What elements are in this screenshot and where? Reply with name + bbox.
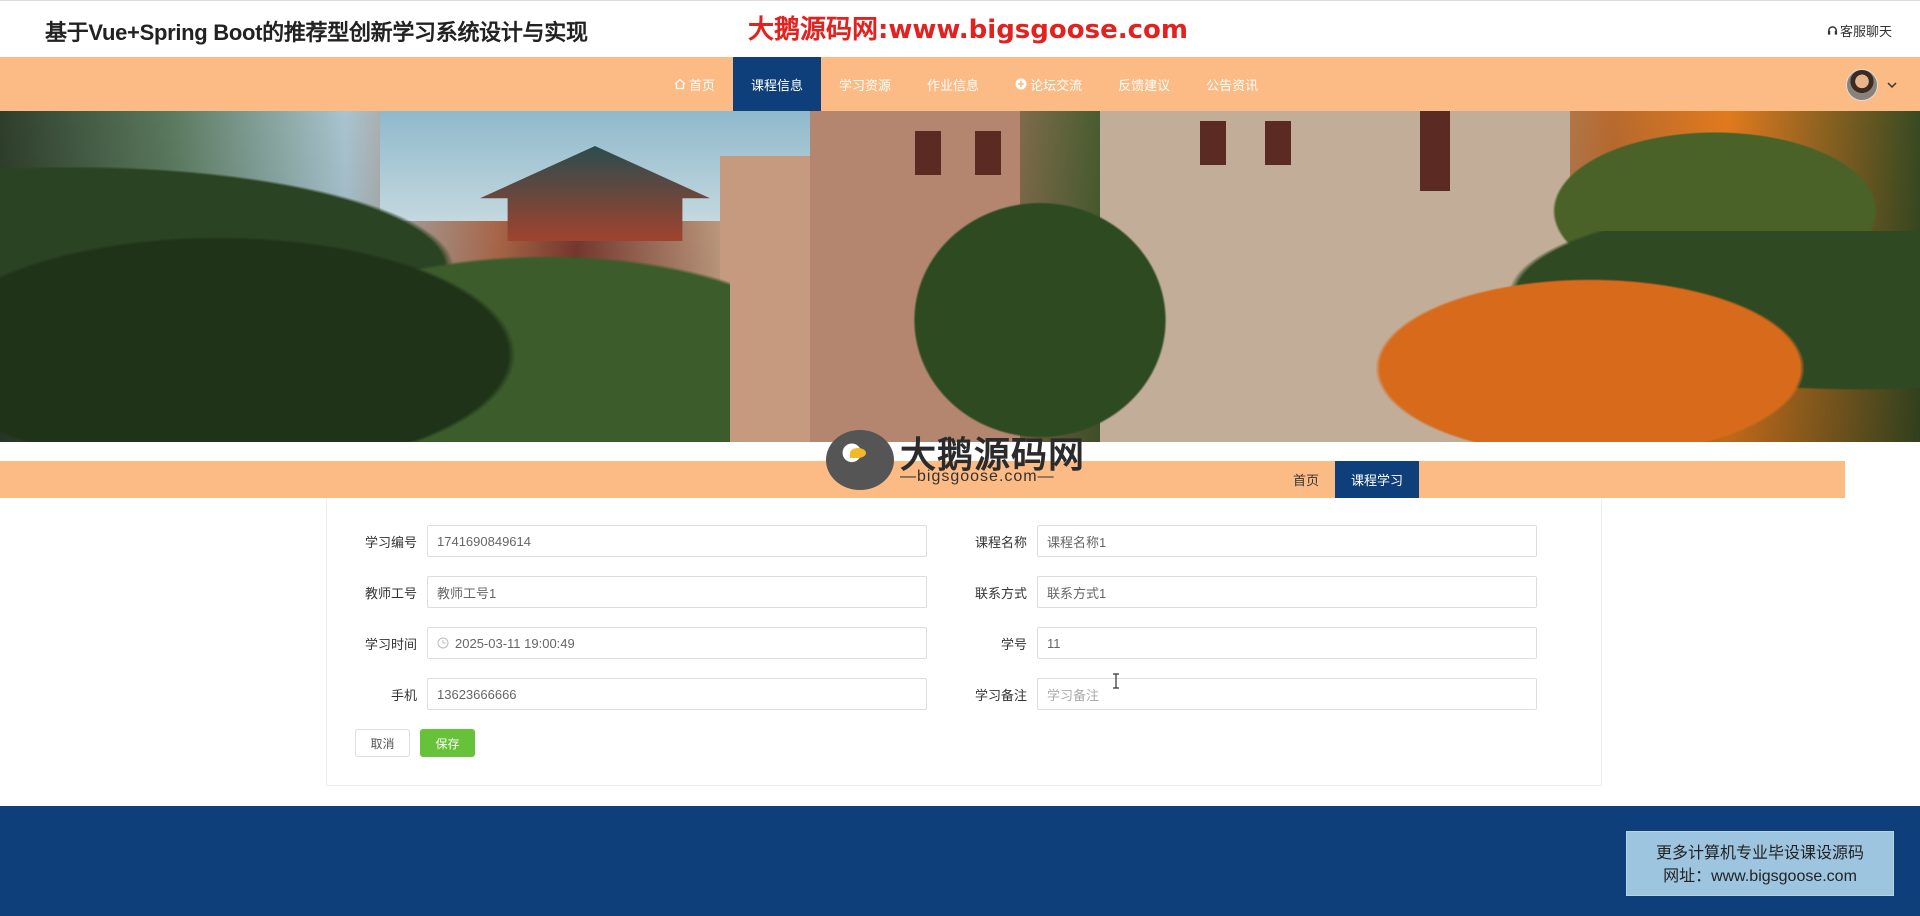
text-cursor-icon: [1113, 673, 1119, 689]
promo-line: 网址：www.bigsgoose.com: [1663, 868, 1857, 885]
nav-item-feedback[interactable]: 反馈建议: [1100, 57, 1188, 111]
site-title: 基于Vue+Spring Boot的推荐型创新学习系统设计与实现: [45, 20, 588, 45]
banner-window: [975, 131, 1001, 175]
banner-trees: [880, 171, 1200, 442]
nav-item-course-info[interactable]: 课程信息: [733, 57, 822, 111]
nav-item-label: 首页: [689, 77, 716, 93]
promo-box: 更多计算机专业毕设课设源码 网址：www.bigsgoose.com: [1626, 831, 1894, 896]
nav-item-label: 作业信息: [927, 77, 980, 93]
nav-item-label: 公告资讯: [1206, 77, 1259, 93]
promo-line: 更多计算机专业毕设课设源码: [1655, 845, 1864, 862]
cancel-button[interactable]: 取消: [355, 729, 410, 757]
goose-logo-watermark: 大鹅源码网 —bigsgoose.com—: [826, 426, 1096, 490]
contact-input[interactable]: 联系方式1: [1037, 576, 1537, 608]
field-phone: 手机 13623666666: [327, 678, 927, 710]
goose-beak: [850, 448, 866, 458]
course-name-input[interactable]: 课程名称1: [1037, 525, 1537, 557]
headset-icon: [1827, 26, 1838, 35]
breadcrumb-course-study[interactable]: 课程学习: [1335, 461, 1420, 498]
home-icon: [674, 78, 686, 90]
nav-item-learning-resources[interactable]: 学习资源: [821, 57, 909, 111]
banner-trees: [1320, 231, 1920, 442]
customer-service-label: 客服聊天: [1839, 24, 1892, 39]
main-nav: 首页 课程信息 学习资源 作业信息 论坛交流 反馈建议 公告资讯: [0, 57, 1920, 111]
study-time-value: 2025-03-11 19:00:49: [455, 635, 575, 651]
field-label: 学号: [1000, 636, 1027, 652]
study-time-picker[interactable]: 2025-03-11 19:00:49: [427, 627, 927, 659]
field-study-time: 学习时间 2025-03-11 19:00:49: [327, 627, 927, 659]
field-student-id: 学号 11: [937, 627, 1537, 659]
field-label: 课程名称: [974, 534, 1027, 550]
clock-icon: [437, 637, 449, 649]
field-contact: 联系方式 联系方式1: [937, 576, 1537, 608]
field-label: 手机: [390, 687, 417, 703]
watermark-url: 大鹅源码网:www.bigsgoose.com: [748, 15, 1188, 45]
top-header: 基于Vue+Spring Boot的推荐型创新学习系统设计与实现 大鹅源码网:w…: [0, 0, 1920, 57]
goose-logo-icon: [826, 430, 894, 490]
field-label: 学习备注: [974, 687, 1027, 703]
study-id-input[interactable]: 1741690849614: [427, 525, 927, 557]
field-study-notes: 学习备注 学习备注: [937, 678, 1537, 710]
avatar[interactable]: [1846, 69, 1878, 101]
nav-items: 首页 课程信息 学习资源 作业信息 论坛交流 反馈建议 公告资讯: [656, 57, 1276, 111]
nav-item-forum[interactable]: 论坛交流: [997, 57, 1100, 111]
nav-item-home[interactable]: 首页: [656, 57, 733, 111]
banner-window: [1420, 111, 1450, 191]
banner-building: [720, 156, 815, 442]
student-id-input[interactable]: 11: [1037, 627, 1537, 659]
teacher-id-input[interactable]: 教师工号1: [427, 576, 927, 608]
nav-item-label: 学习资源: [839, 77, 892, 93]
logo-subtext: —bigsgoose.com—: [900, 468, 1055, 485]
banner-window: [1200, 121, 1226, 165]
field-teacher-id: 教师工号 教师工号1: [327, 576, 927, 608]
campus-banner-image: [0, 111, 1920, 442]
plus-circle-icon: [1015, 78, 1027, 90]
chevron-down-icon[interactable]: [1886, 79, 1898, 91]
field-label: 联系方式: [974, 585, 1027, 601]
field-label: 教师工号: [364, 585, 417, 601]
nav-item-label: 反馈建议: [1118, 77, 1171, 93]
user-menu[interactable]: [1846, 69, 1898, 101]
banner-trees: [0, 151, 730, 442]
field-course-name: 课程名称 课程名称1: [937, 525, 1537, 557]
phone-input[interactable]: 13623666666: [427, 678, 927, 710]
field-label: 学习编号: [364, 534, 417, 550]
field-study-id: 学习编号 1741690849614: [327, 525, 927, 557]
nav-item-homework[interactable]: 作业信息: [909, 57, 997, 111]
banner-window: [915, 131, 941, 175]
nav-item-announcements[interactable]: 公告资讯: [1188, 57, 1276, 111]
nav-item-label: 课程信息: [751, 77, 804, 93]
field-label: 学习时间: [364, 636, 417, 652]
study-form: 学习编号 1741690849614 课程名称 课程名称1 教师工号 教师工号1…: [326, 498, 1602, 786]
nav-item-label: 论坛交流: [1030, 77, 1083, 93]
breadcrumb-items: 首页 课程学习: [1277, 461, 1420, 498]
customer-service-link[interactable]: 客服聊天: [1827, 21, 1892, 40]
banner-window: [1265, 121, 1291, 165]
breadcrumb-home[interactable]: 首页: [1277, 461, 1335, 498]
save-button[interactable]: 保存: [420, 729, 475, 757]
